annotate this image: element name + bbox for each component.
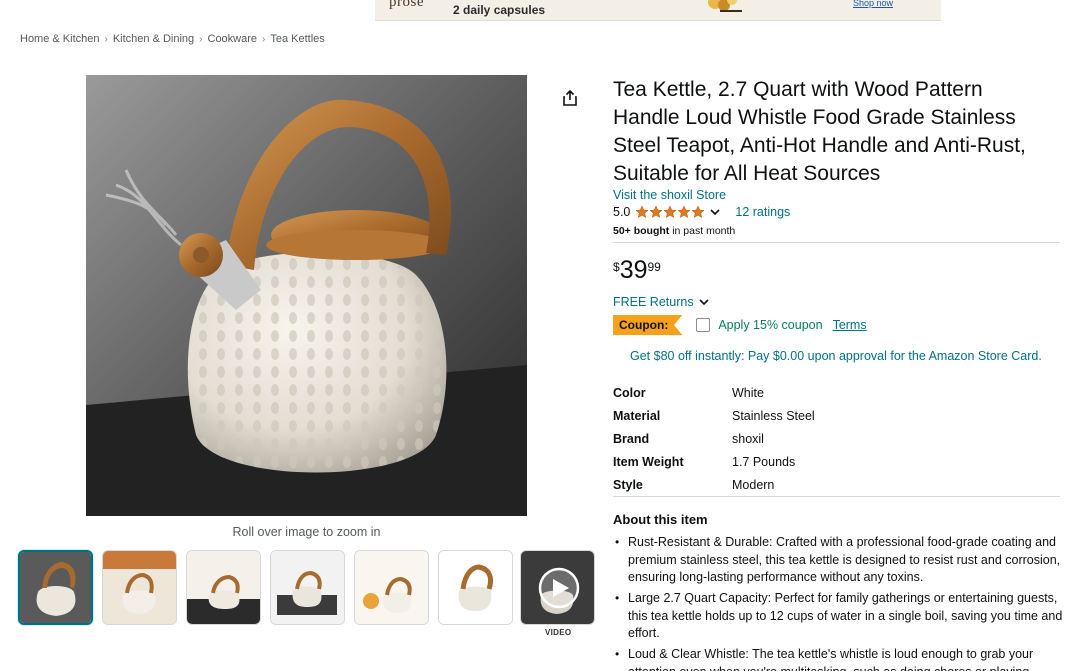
breadcrumb-separator-icon: › xyxy=(199,33,203,45)
star-icon xyxy=(649,205,663,219)
breadcrumb-cookware[interactable]: Cookware xyxy=(208,33,258,45)
spec-key: Item Weight xyxy=(613,454,684,469)
spec-value: shoxil xyxy=(732,431,764,446)
breadcrumb-separator-icon: › xyxy=(262,33,266,45)
breadcrumb-tea-kettles[interactable]: Tea Kettles xyxy=(270,33,324,45)
price-whole: 39 xyxy=(619,256,648,284)
breadcrumb: Home & Kitchen › Kitchen & Dining › Cook… xyxy=(20,33,325,45)
star-rating[interactable] xyxy=(635,205,705,219)
list-item: Large 2.7 Quart Capacity: Perfect for fa… xyxy=(613,590,1063,643)
spec-key: Style xyxy=(613,477,643,492)
thumbnail-image xyxy=(439,551,512,624)
breadcrumb-kitchen-dining[interactable]: Kitchen & Dining xyxy=(113,33,194,45)
free-returns-label: FREE Returns xyxy=(613,295,694,309)
thumbnail-video[interactable] xyxy=(520,550,595,625)
coupon-checkbox[interactable] xyxy=(696,318,711,332)
thumbnail-image xyxy=(20,552,91,623)
spec-key: Brand xyxy=(613,431,650,446)
ratings-count-link[interactable]: 12 ratings xyxy=(735,205,790,219)
spec-value: White xyxy=(732,386,764,401)
breadcrumb-separator-icon: › xyxy=(104,33,108,45)
thumbnail-2[interactable] xyxy=(102,550,177,625)
list-item: Rust-Resistant & Durable: Crafted with a… xyxy=(613,534,1063,587)
coupon-terms-link[interactable]: Terms xyxy=(833,318,867,332)
about-this-item-list: Rust-Resistant & Durable: Crafted with a… xyxy=(613,534,1063,671)
play-icon xyxy=(538,567,580,609)
spec-value: 1.7 Pounds xyxy=(732,454,796,469)
store-link[interactable]: Visit the shoxil Store xyxy=(613,188,726,202)
main-product-image[interactable] xyxy=(86,75,527,516)
chevron-down-icon[interactable] xyxy=(709,206,721,218)
spec-key: Material xyxy=(613,409,661,424)
thumbnail-3[interactable] xyxy=(186,550,261,625)
coupon-badge: Coupon: xyxy=(613,315,683,335)
star-icon xyxy=(635,205,649,219)
spec-row: Material Stainless Steel xyxy=(613,405,815,428)
product-title: Tea Kettle, 2.7 Quart with Wood Pattern … xyxy=(613,78,1026,185)
chevron-down-icon xyxy=(699,299,709,306)
about-this-item-heading: About this item xyxy=(613,512,708,527)
divider xyxy=(613,242,1060,243)
thumbnail-4[interactable] xyxy=(270,550,345,625)
product-specs-table: Color White Material Stainless Steel Brand… xyxy=(613,382,815,496)
sponsored-ad-banner[interactable]: prose 2 daily capsules Shop now xyxy=(375,0,941,21)
thumbnail-6[interactable] xyxy=(438,550,513,625)
list-item: Loud & Clear Whistle: The tea kettle's w… xyxy=(613,646,1063,671)
price: $ 39 99 xyxy=(613,256,661,284)
price-fraction: 99 xyxy=(647,260,661,274)
spec-row: Color White xyxy=(613,382,815,405)
ad-shop-now-link[interactable]: Shop now xyxy=(853,0,893,8)
star-icon xyxy=(691,205,705,219)
spec-value: Stainless Steel xyxy=(732,409,815,424)
star-icon xyxy=(677,205,691,219)
share-icon[interactable] xyxy=(561,89,579,107)
bought-count: 50+ bought xyxy=(613,225,670,237)
free-returns-link[interactable]: FREE Returns xyxy=(613,295,710,309)
divider xyxy=(613,496,1060,497)
kettle-illustration xyxy=(86,75,527,516)
video-label: VIDEO xyxy=(545,628,572,637)
thumbnail-image xyxy=(271,551,344,624)
spec-row: Style Modern xyxy=(613,473,815,496)
thumbnail-5[interactable] xyxy=(354,550,429,625)
breadcrumb-home-kitchen[interactable]: Home & Kitchen xyxy=(20,33,99,45)
star-icon xyxy=(663,205,677,219)
coupon-text[interactable]: Apply 15% coupon xyxy=(718,318,822,332)
ad-brand-logo: prose xyxy=(389,0,424,10)
price-symbol: $ xyxy=(613,260,620,274)
spec-row: Brand shoxil xyxy=(613,428,815,451)
rating-row: 5.0 12 ratings xyxy=(613,205,790,219)
thumbnail-image xyxy=(187,551,260,624)
ad-product-image xyxy=(708,0,742,12)
thumbnail-1[interactable] xyxy=(18,550,93,625)
thumbnail-image xyxy=(103,551,176,624)
spec-value: Modern xyxy=(732,477,775,492)
bought-suffix: in past month xyxy=(669,225,736,237)
spec-key: Color xyxy=(613,386,646,401)
coupon-row: Coupon: Apply 15% coupon Terms xyxy=(613,315,867,335)
bought-in-past-month: 50+ bought in past month xyxy=(613,225,735,237)
rating-value: 5.0 xyxy=(613,205,631,219)
zoom-hint: Roll over image to zoom in xyxy=(232,525,381,539)
thumbnail-image xyxy=(355,551,428,624)
spec-row: Item Weight 1.7 Pounds xyxy=(613,450,815,473)
ad-text: 2 daily capsules xyxy=(453,3,546,17)
store-card-offer-link[interactable]: Get $80 off instantly: Pay $0.00 upon ap… xyxy=(630,349,1042,363)
